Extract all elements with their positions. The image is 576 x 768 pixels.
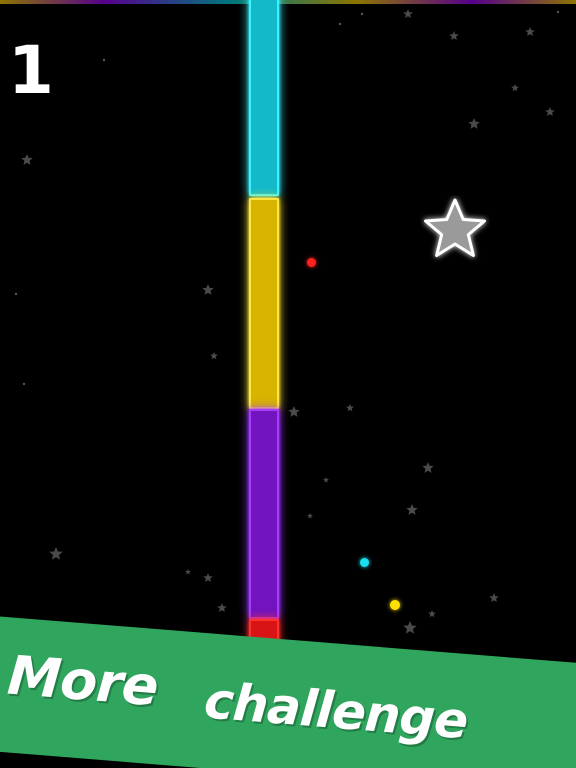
yellow-segment — [249, 198, 279, 409]
background-star-icon — [545, 107, 555, 116]
promo-word-more: More — [5, 643, 161, 719]
background-star-icon — [403, 621, 417, 634]
red-ball — [307, 258, 316, 267]
star-icon[interactable] — [420, 195, 490, 265]
game-stage[interactable]: 1 More challenge — [0, 0, 576, 768]
cyan-ball — [360, 558, 369, 567]
background-star-icon — [202, 284, 214, 295]
background-star-icon — [307, 513, 313, 519]
background-dot — [338, 22, 342, 26]
background-dot — [14, 292, 18, 296]
cyan-segment — [249, 0, 279, 196]
background-star-icon — [428, 610, 436, 618]
score-counter: 1 — [8, 32, 54, 109]
promo-word-challenge: challenge — [202, 671, 470, 751]
background-star-icon — [468, 118, 480, 129]
background-star-icon — [217, 603, 227, 612]
background-star-icon — [49, 547, 63, 560]
purple-segment — [249, 409, 279, 619]
background-star-icon — [511, 84, 519, 92]
background-star-icon — [449, 31, 459, 40]
background-star-icon — [403, 9, 413, 18]
top-obstacle-strip — [0, 0, 576, 4]
background-star-icon — [210, 352, 218, 360]
background-star-icon — [203, 573, 213, 582]
background-dot — [360, 12, 364, 16]
background-star-icon — [346, 404, 354, 412]
background-star-icon — [21, 154, 33, 165]
background-dot — [556, 10, 560, 14]
background-star-icon — [185, 569, 191, 575]
background-star-icon — [288, 406, 300, 417]
background-dot — [102, 58, 106, 62]
background-dot — [22, 382, 26, 386]
background-star-icon — [525, 27, 535, 36]
background-star-icon — [323, 477, 329, 483]
background-star-icon — [489, 593, 499, 602]
yellow-ball — [390, 600, 400, 610]
background-star-icon — [422, 462, 434, 473]
background-star-icon — [406, 504, 418, 515]
